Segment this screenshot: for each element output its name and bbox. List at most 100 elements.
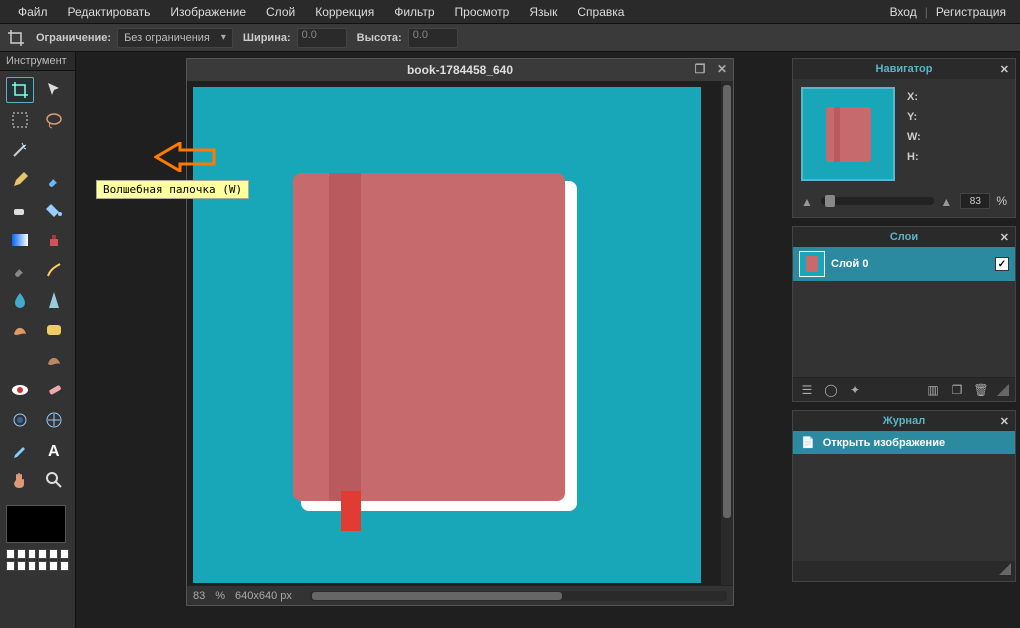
gradient-tool[interactable] bbox=[6, 227, 34, 253]
blur-tool[interactable] bbox=[6, 287, 34, 313]
draw-tool[interactable] bbox=[40, 257, 68, 283]
nav-h-label: H: bbox=[907, 151, 921, 163]
tool-panel: Инструмент A bbox=[0, 52, 76, 628]
spot-heal-tool[interactable] bbox=[40, 377, 68, 403]
color-palette[interactable] bbox=[6, 549, 69, 571]
burn-tool[interactable] bbox=[40, 347, 68, 373]
nav-x-label: X: bbox=[907, 91, 921, 103]
document-statusbar: 83 % 640x640 px bbox=[187, 585, 733, 605]
constraint-select[interactable]: Без ограничения bbox=[117, 28, 233, 48]
layer-name: Слой 0 bbox=[831, 258, 868, 270]
book-spine bbox=[329, 173, 361, 501]
history-panel: Журнал ✕ 📄 Открыть изображение bbox=[792, 410, 1016, 582]
history-title: Журнал bbox=[883, 415, 925, 427]
navigator-close-icon[interactable]: ✕ bbox=[1000, 63, 1009, 76]
horizontal-scrollbar[interactable] bbox=[310, 591, 727, 601]
new-layer-icon[interactable]: ▥ bbox=[925, 382, 941, 398]
menu-edit[interactable]: Редактировать bbox=[58, 1, 161, 23]
bucket-tool[interactable] bbox=[40, 197, 68, 223]
smudge-tool[interactable] bbox=[6, 317, 34, 343]
canvas-area: Волшебная палочка (W) book-1784458_640 ❐… bbox=[76, 52, 788, 628]
type-tool[interactable]: A bbox=[40, 437, 68, 463]
history-close-icon[interactable]: ✕ bbox=[1000, 415, 1009, 428]
layer-row[interactable]: Слой 0 ✓ bbox=[793, 247, 1015, 281]
zoom-out-icon[interactable]: ▲ bbox=[801, 195, 815, 207]
layer-visibility-checkbox[interactable]: ✓ bbox=[995, 257, 1009, 271]
right-panels: Навигатор ✕ X: Y: W: H: ▲ ▲ 83 % bbox=[788, 52, 1020, 628]
login-link[interactable]: Вход bbox=[884, 1, 923, 23]
menu-bar: Файл Редактировать Изображение Слой Корр… bbox=[0, 0, 1020, 24]
wand-tool[interactable] bbox=[6, 137, 34, 163]
menu-file[interactable]: Файл bbox=[8, 1, 58, 23]
status-dimensions: 640x640 px bbox=[235, 590, 292, 602]
pinch-tool[interactable] bbox=[40, 407, 68, 433]
window-close-icon[interactable]: ✕ bbox=[715, 62, 729, 76]
wand-tooltip: Волшебная палочка (W) bbox=[96, 180, 249, 199]
bloat-tool[interactable] bbox=[6, 407, 34, 433]
menu-view[interactable]: Просмотр bbox=[445, 1, 520, 23]
document-titlebar[interactable]: book-1784458_640 ❐ ✕ bbox=[187, 59, 733, 81]
sponge-tool[interactable] bbox=[40, 317, 68, 343]
menu-layer[interactable]: Слой bbox=[256, 1, 305, 23]
status-zoom: 83 bbox=[193, 590, 205, 602]
nav-w-label: W: bbox=[907, 131, 921, 143]
clone-stamp-tool[interactable] bbox=[40, 227, 68, 253]
width-input[interactable]: 0.0 bbox=[297, 28, 347, 48]
layer-settings-icon[interactable]: ☰ bbox=[799, 382, 815, 398]
vertical-scrollbar[interactable] bbox=[721, 81, 733, 585]
color-replace-tool[interactable] bbox=[6, 257, 34, 283]
zoom-tool[interactable] bbox=[40, 467, 68, 493]
redeye-tool[interactable] bbox=[6, 377, 34, 403]
dodge-tool[interactable] bbox=[6, 347, 34, 373]
navigator-panel: Навигатор ✕ X: Y: W: H: ▲ ▲ 83 % bbox=[792, 58, 1016, 218]
history-resize-grip[interactable] bbox=[999, 563, 1011, 575]
layers-panel: Слои ✕ Слой 0 ✓ ☰ ◯ ✦ ▥ ❐ 🗑 bbox=[792, 226, 1016, 402]
color-swatch[interactable] bbox=[6, 505, 66, 543]
menu-language[interactable]: Язык bbox=[519, 1, 567, 23]
navigator-thumbnail[interactable] bbox=[801, 87, 895, 181]
crop-tool[interactable] bbox=[6, 77, 34, 103]
duplicate-layer-icon[interactable]: ❐ bbox=[949, 382, 965, 398]
canvas[interactable] bbox=[193, 87, 701, 583]
nav-zoom-value[interactable]: 83 bbox=[960, 193, 990, 209]
document-title: book-1784458_640 bbox=[407, 63, 513, 77]
brush-tool[interactable] bbox=[40, 167, 68, 193]
layers-resize-grip[interactable] bbox=[997, 384, 1009, 396]
annotation-arrow-icon bbox=[154, 142, 216, 172]
sharpen-tool[interactable] bbox=[40, 287, 68, 313]
layer-style-icon[interactable]: ✦ bbox=[847, 382, 863, 398]
window-maximize-icon[interactable]: ❐ bbox=[693, 62, 707, 76]
pencil-tool[interactable] bbox=[6, 167, 34, 193]
eyedropper-tool[interactable] bbox=[6, 437, 34, 463]
height-label: Высота: bbox=[357, 32, 402, 44]
zoom-in-icon[interactable]: ▲ bbox=[940, 195, 954, 207]
book-ribbon bbox=[341, 491, 361, 531]
eraser-tool[interactable] bbox=[6, 197, 34, 223]
menu-help[interactable]: Справка bbox=[567, 1, 634, 23]
open-image-icon: 📄 bbox=[801, 436, 815, 449]
crop-tool-icon bbox=[6, 28, 26, 48]
delete-layer-icon[interactable]: 🗑 bbox=[973, 382, 989, 398]
register-link[interactable]: Регистрация bbox=[930, 1, 1012, 23]
history-item-label: Открыть изображение bbox=[823, 437, 945, 449]
move-tool[interactable] bbox=[40, 77, 68, 103]
zoom-slider[interactable] bbox=[821, 197, 934, 205]
menu-adjustment[interactable]: Коррекция bbox=[305, 1, 384, 23]
height-input[interactable]: 0.0 bbox=[408, 28, 458, 48]
tool-panel-title: Инструмент bbox=[0, 52, 75, 71]
menu-image[interactable]: Изображение bbox=[160, 1, 256, 23]
layer-mask-icon[interactable]: ◯ bbox=[823, 382, 839, 398]
width-label: Ширина: bbox=[243, 32, 291, 44]
menu-filter[interactable]: Фильтр bbox=[384, 1, 444, 23]
layers-close-icon[interactable]: ✕ bbox=[1000, 231, 1009, 244]
lasso-tool[interactable] bbox=[40, 107, 68, 133]
document-window: book-1784458_640 ❐ ✕ 83 % 640x640 px bbox=[186, 58, 734, 606]
layer-thumbnail bbox=[799, 251, 825, 277]
status-zoom-suffix: % bbox=[215, 590, 225, 602]
history-item[interactable]: 📄 Открыть изображение bbox=[793, 431, 1015, 454]
constraint-label: Ограничение: bbox=[36, 32, 111, 44]
hand-tool[interactable] bbox=[6, 467, 34, 493]
nav-y-label: Y: bbox=[907, 111, 921, 123]
auth-separator: | bbox=[923, 5, 930, 19]
marquee-tool[interactable] bbox=[6, 107, 34, 133]
